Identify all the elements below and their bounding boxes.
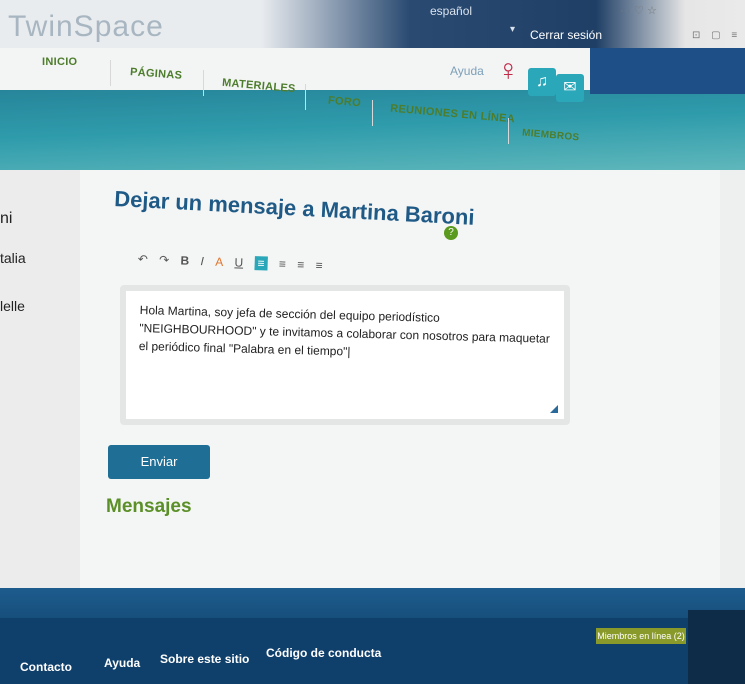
underline-icon[interactable]: U <box>234 255 243 269</box>
nav-item-inicio[interactable]: INICIO <box>42 56 77 68</box>
female-user-icon[interactable]: ♀ <box>497 56 520 86</box>
sidebar-label: talia <box>0 250 26 266</box>
bell-icon[interactable]: ♫ <box>528 68 556 96</box>
resize-handle-icon[interactable] <box>550 405 558 413</box>
footer-link-codigo-de-conducta[interactable]: Código de conducta <box>266 646 381 660</box>
message-text[interactable]: Hola Martina, soy jefa de sección del eq… <box>139 301 560 366</box>
screen-bezel <box>688 610 745 684</box>
footer-link-contacto[interactable]: Contacto <box>20 660 72 674</box>
sidebar-label: ni <box>0 210 13 227</box>
logout-link[interactable]: Cerrar sesión <box>530 28 602 42</box>
help-link[interactable]: Ayuda <box>450 64 484 78</box>
nav-separator <box>372 100 373 126</box>
align-center-icon[interactable]: ≡ <box>279 257 286 271</box>
redo-icon[interactable]: ↷ <box>159 253 170 267</box>
chevron-down-icon[interactable]: ▾ <box>510 24 515 35</box>
bold-icon[interactable]: B <box>180 253 189 267</box>
browser-toolbar-icons[interactable]: ··· ♡ ☆ <box>620 4 657 17</box>
send-button[interactable]: Enviar <box>108 445 210 479</box>
align-right-icon[interactable]: ≡ <box>297 258 304 272</box>
undo-icon[interactable]: ↶ <box>138 252 149 266</box>
brand-logo[interactable]: TwinSpace <box>8 10 164 44</box>
top-bar: TwinSpace español ▾ Cerrar sesión ··· ♡ … <box>0 0 745 48</box>
screen: TwinSpace español ▾ Cerrar sesión ··· ♡ … <box>0 0 745 684</box>
footer-link-ayuda[interactable]: Ayuda <box>104 656 140 670</box>
language-selector[interactable]: español <box>430 4 472 18</box>
mail-icon[interactable]: ✉ <box>556 74 584 102</box>
nav-separator <box>110 60 111 86</box>
align-justify-icon[interactable]: ≡ <box>315 258 322 272</box>
nav-right-bar <box>590 48 745 94</box>
online-members-badge[interactable]: Miembros en línea (2) <box>596 628 686 644</box>
text-color-icon[interactable]: A <box>215 255 223 269</box>
nav-separator <box>508 118 509 144</box>
window-controls-icon[interactable]: ⊡ ▢ ≡ <box>692 30 741 41</box>
align-left-icon[interactable]: ≡ <box>254 256 268 271</box>
footer-band <box>0 588 745 618</box>
member-sidebar: ni talia lelle <box>0 170 80 590</box>
footer-link-sobre-este-sitio[interactable]: Sobre este sitio <box>160 652 249 666</box>
message-editor[interactable]: Hola Martina, soy jefa de sección del eq… <box>120 285 570 425</box>
help-icon[interactable]: ? <box>444 226 458 240</box>
italic-icon[interactable]: I <box>200 254 204 268</box>
sidebar-label: lelle <box>0 298 25 314</box>
nav-separator <box>305 84 306 110</box>
nav-separator <box>203 70 204 96</box>
messages-heading: Mensajes <box>106 496 192 517</box>
